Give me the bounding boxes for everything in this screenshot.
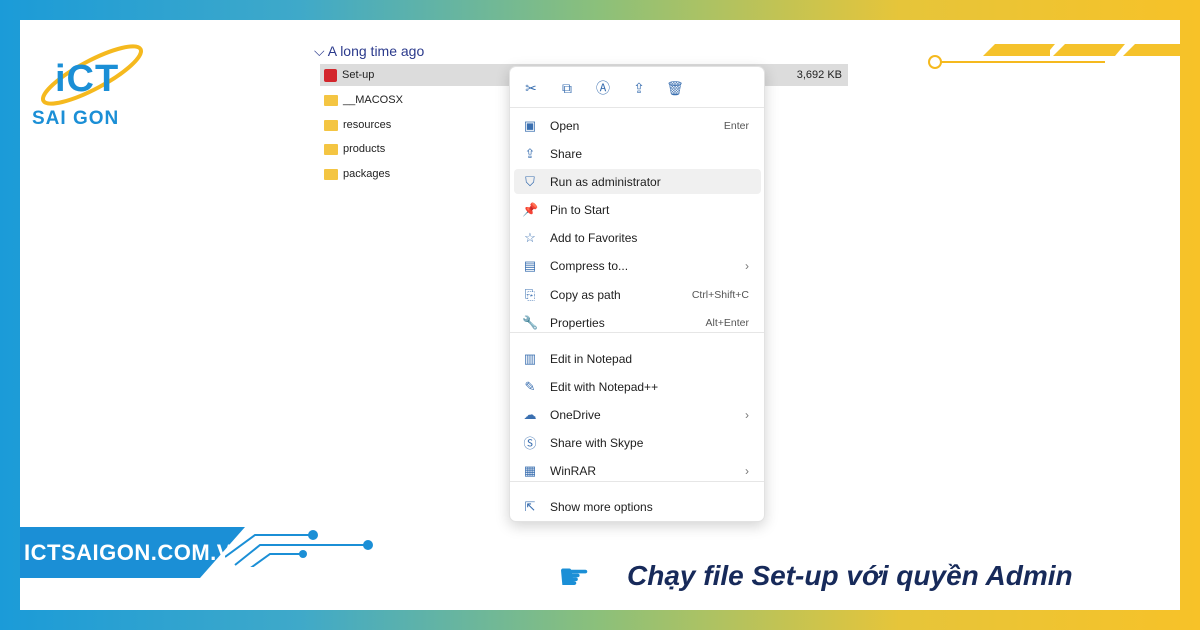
copy-icon[interactable]: ⧉: [556, 77, 578, 99]
logo-text: iCT: [55, 58, 120, 100]
menu-item-label: Properties: [550, 315, 605, 330]
logo-subtitle: SAI GON: [32, 108, 120, 129]
menu-item-label: OneDrive: [550, 407, 601, 422]
menu-item-label: Add to Favorites: [550, 230, 638, 245]
app-icon: [324, 68, 337, 82]
file-row[interactable]: products: [320, 138, 385, 160]
menu-item-edit-with-notepad[interactable]: ✎ Edit with Notepad++: [514, 374, 761, 399]
shield-icon: ⛉: [525, 173, 535, 189]
divider: [510, 107, 764, 108]
caption: Chạy file Set-up với quyền Admin: [627, 560, 1073, 591]
shortcut-label: Enter: [723, 119, 749, 132]
menu-item-compress-to[interactable]: ▤ Compress to... ›: [514, 253, 761, 278]
shortcut-label: Alt+Enter: [705, 316, 749, 329]
divider: [510, 332, 764, 333]
skype-icon: Ⓢ: [523, 436, 537, 451]
chevron-right-icon: ›: [745, 407, 749, 422]
file-row[interactable]: packages: [320, 163, 390, 185]
menu-item-open[interactable]: ▣ Open Enter: [514, 113, 761, 138]
divider: [510, 481, 764, 482]
folder-icon: [324, 94, 338, 106]
menu-item-label: Pin to Start: [550, 202, 610, 217]
menu-item-label: Share: [550, 146, 583, 161]
wrench-icon: 🔧: [522, 314, 539, 330]
file-size: 3,692 KB: [796, 69, 842, 81]
chevron-right-icon: ›: [745, 258, 749, 273]
file-name: products: [343, 143, 386, 155]
menu-item-label: Share with Skype: [550, 435, 644, 450]
pointing-hand-icon: ☛: [558, 556, 591, 597]
menu-item-label: Copy as path: [550, 287, 621, 302]
file-name: __MACOSX: [343, 94, 403, 106]
star-icon: ☆: [524, 229, 536, 245]
pin-icon: 📌: [522, 201, 539, 217]
menu-item-run-as-administrator[interactable]: ⛉ Run as administrator: [514, 169, 761, 194]
file-name: resources: [343, 119, 392, 131]
menu-item-winrar[interactable]: ▦ WinRAR ›: [514, 458, 761, 483]
decor-stripes: [928, 44, 1180, 69]
menu-item-add-to-favorites[interactable]: ☆ Add to Favorites: [514, 225, 761, 250]
onedrive-icon: ☁: [523, 406, 537, 422]
file-row[interactable]: __MACOSX: [320, 89, 403, 111]
menu-item-share[interactable]: ⇪ Share: [514, 141, 761, 166]
menu-item-label: Open: [550, 118, 580, 133]
open-icon: ▣: [523, 117, 537, 133]
zip-icon: ▤: [523, 257, 537, 273]
decor-lines: [225, 530, 373, 567]
menu-item-show-more-options[interactable]: ⇱ Show more options: [514, 494, 761, 519]
menu-item-label: WinRAR: [550, 463, 597, 478]
menu-item-copy-as-path[interactable]: ⎘ Copy as path Ctrl+Shift+C: [514, 282, 761, 307]
notepadpp-icon: ✎: [524, 378, 536, 394]
group-label: A long time ago: [327, 43, 425, 59]
folder-icon: [324, 119, 338, 131]
share-icon: ⇪: [524, 145, 536, 161]
rename-icon[interactable]: Ⓐ: [592, 77, 614, 99]
menu-item-edit-in-notepad[interactable]: ▥ Edit in Notepad: [514, 346, 761, 371]
shortcut-label: Ctrl+Shift+C: [691, 288, 749, 301]
website-text: ICTSAIGON.COM.VN: [24, 540, 249, 565]
menu-item-label: Edit in Notepad: [550, 351, 633, 366]
path-icon: ⎘: [524, 286, 536, 302]
more-options-icon: ⇱: [524, 498, 536, 514]
file-row[interactable]: resources: [320, 114, 391, 136]
cut-icon[interactable]: ✂: [520, 77, 542, 99]
menu-item-pin-to-start[interactable]: 📌 Pin to Start: [514, 197, 761, 222]
file-name: packages: [343, 168, 391, 180]
menu-item-onedrive[interactable]: ☁ OneDrive ›: [514, 402, 761, 427]
menu-item-label: Show more options: [550, 499, 653, 514]
folder-icon: [324, 168, 338, 180]
group-header[interactable]: ⌵ A long time ago: [314, 43, 424, 60]
chevron-right-icon: ›: [745, 463, 749, 478]
notepad-icon: ▥: [523, 350, 537, 366]
context-menu: ✂ ⧉ Ⓐ ⇪ 🗑 ▣ Open Enter ⇪ Share ⛉ Run as admini…: [509, 66, 765, 522]
winrar-icon: ▦: [523, 462, 537, 478]
menu-item-label: Run as administrator: [550, 174, 661, 189]
delete-icon[interactable]: 🗑: [664, 77, 686, 99]
file-name: Set-up: [342, 69, 375, 81]
share-icon[interactable]: ⇪: [628, 77, 650, 99]
menu-item-label: Edit with Notepad++: [550, 379, 659, 394]
folder-icon: [324, 143, 338, 155]
menu-item-label: Compress to...: [550, 258, 629, 273]
menu-item-share-with-skype[interactable]: Ⓢ Share with Skype: [514, 430, 761, 455]
